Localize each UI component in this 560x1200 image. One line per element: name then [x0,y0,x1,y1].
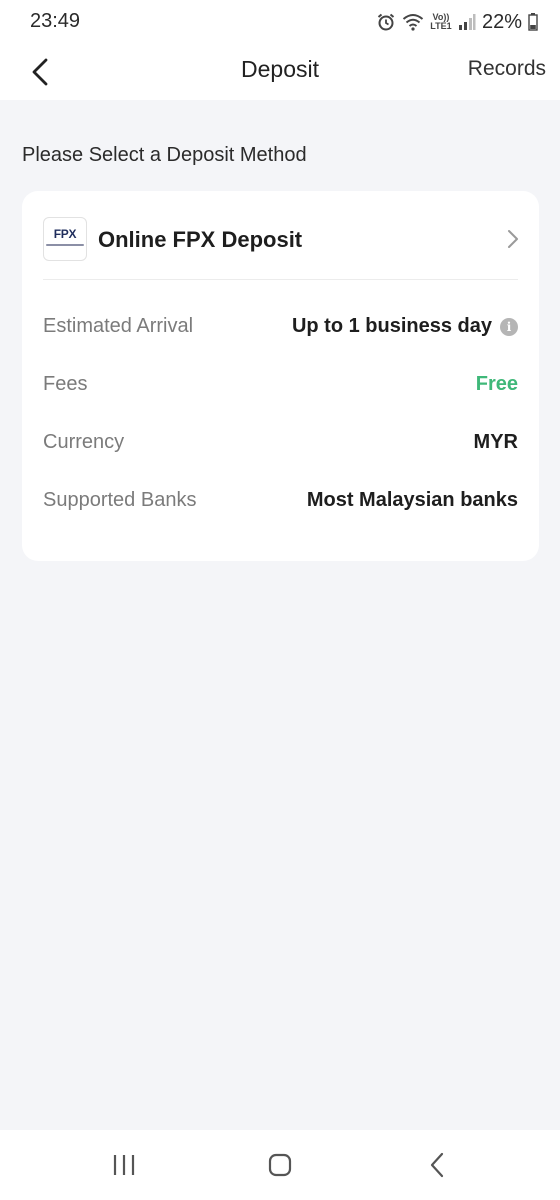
fpx-deposit-option[interactable]: FPX Online FPX Deposit [22,191,539,279]
detail-row-estimated-arrival: Estimated Arrival Up to 1 business day i [43,311,518,341]
status-icons: Vo)) LTE1 22% [376,8,538,36]
divider [43,279,518,280]
fpx-logo: FPX [43,217,87,261]
records-button[interactable]: Records [468,57,546,81]
detail-row-fees: Fees Free [43,369,518,399]
chevron-right-icon [508,230,518,248]
status-time: 23:49 [30,10,81,32]
supported-banks-value: Most Malaysian banks [306,489,518,511]
detail-label: Estimated Arrival [43,315,194,337]
method-name: Online FPX Deposit [98,227,303,252]
back-icon[interactable] [428,1152,446,1178]
info-icon[interactable]: i [500,317,518,336]
fpx-logo-tagline [46,244,84,246]
deposit-method-card: FPX Online FPX Deposit Estimated Arrival… [22,191,539,561]
detail-row-supported-banks: Supported Banks Most Malaysian banks [43,485,518,515]
app-header: Deposit Records [0,44,560,100]
volte-icon: Vo)) LTE1 [430,12,452,31]
recent-apps-icon[interactable] [112,1152,136,1178]
signal-icon [458,14,476,30]
battery-icon [528,13,538,31]
detail-label: Fees [43,373,88,395]
detail-label: Currency [43,431,125,453]
alarm-icon [377,13,395,31]
currency-value: MYR [473,431,518,453]
detail-row-currency: Currency MYR [43,427,518,457]
status-bar: 23:49 Vo)) LTE1 22% [0,0,560,44]
battery-percentage: 22% [481,10,522,33]
detail-value: Up to 1 business day i [292,315,518,338]
fees-value: Free [475,373,518,395]
fpx-logo-text: FPX [53,227,77,241]
section-title: Please Select a Deposit Method [22,144,307,166]
wifi-icon [402,14,424,31]
system-nav-bar [0,1130,560,1200]
home-icon[interactable] [268,1152,292,1178]
detail-label: Supported Banks [43,489,197,511]
estimated-arrival-value: Up to 1 business day [291,315,492,337]
